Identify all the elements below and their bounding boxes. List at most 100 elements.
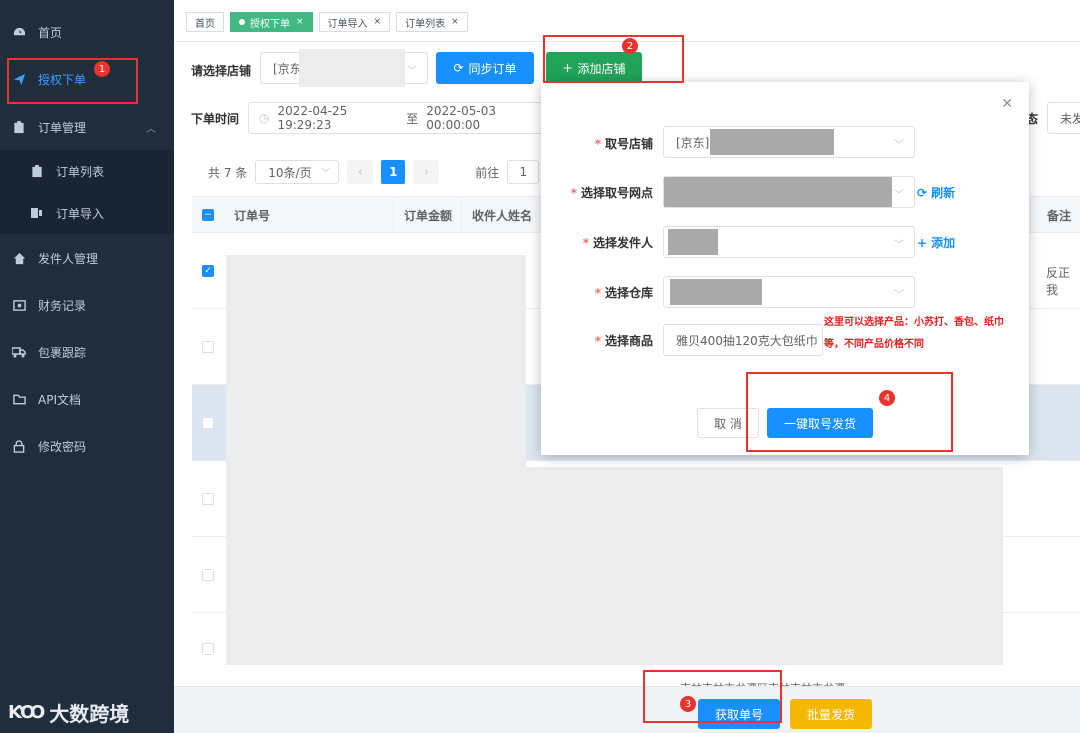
chevron-down-icon: ﹀ (894, 290, 904, 301)
row-checkbox[interactable]: ✓ (202, 265, 214, 277)
select-value: 雅贝400抽120克大包纸巾 (676, 333, 818, 348)
sidebar-item-change-password[interactable]: 修改密码 (0, 423, 174, 469)
row-remark: 反正我 (1046, 266, 1071, 297)
sidebar-item-label: 修改密码 (38, 439, 87, 454)
sidebar-item-order-import[interactable]: 订单导入 (0, 192, 174, 234)
logo-mark: ƘꝎ (8, 702, 45, 723)
page-number-current[interactable]: 1 (381, 160, 406, 184)
chevron-down-icon: ﹀ (321, 168, 331, 179)
status-select-value: 未发 (1060, 111, 1080, 126)
order-time-range[interactable]: ◷ 2022-04-25 19:29:23 至 2022-05-03 00:00… (248, 102, 548, 134)
sidebar-item-label: 订单导入 (56, 206, 105, 221)
truck-icon (12, 345, 26, 359)
sidebar-item-label: 订单管理 (38, 120, 87, 135)
sidebar-item-label: 财务记录 (38, 298, 87, 313)
page-size-select[interactable]: 10条/页 ﹀ (255, 160, 340, 184)
field-label-outlet: * 选择取号网点 (570, 186, 653, 200)
add-sender-link[interactable]: + 添加 (917, 234, 955, 251)
redacted-block (668, 229, 718, 255)
dialog-store-select[interactable]: [京东] ﹀ (663, 126, 915, 158)
active-dot-icon (239, 19, 245, 25)
dialog-outlet-select[interactable]: ﹀ (663, 176, 915, 208)
redacted-block (226, 255, 526, 665)
annotation-box-3 (643, 670, 782, 723)
close-icon[interactable]: × (374, 17, 382, 27)
clock-icon: ◷ (259, 111, 270, 125)
sidebar-item-finance[interactable]: 财务记录 (0, 282, 174, 328)
row-checkbox[interactable] (202, 643, 214, 655)
annotation-badge-2: 2 (622, 38, 638, 54)
bottom-action-bar: 获取单号 批量发货 (174, 686, 1080, 733)
close-icon[interactable]: ✕ (1001, 96, 1013, 112)
sidebar-item-home[interactable]: 首页 (0, 9, 174, 55)
sidebar: 首页 授权下单 订单管理 ︿ 订单列表 订单导入 发件人管理 财务记录 包裹跟踪… (0, 0, 174, 733)
close-icon[interactable]: × (296, 17, 304, 27)
sidebar-item-label: 首页 (38, 25, 63, 40)
row-checkbox[interactable] (202, 569, 214, 581)
button-label: 同步订单 (468, 61, 517, 76)
chevron-down-icon: ﹀ (894, 240, 904, 251)
annotation-badge-3: 3 (680, 696, 696, 712)
refresh-icon: ⟳ (453, 61, 464, 75)
status-select[interactable]: 未发 (1047, 102, 1080, 134)
time-end: 2022-05-03 00:00:00 (426, 104, 496, 132)
tag-order-list[interactable]: 订单列表 × (396, 12, 468, 32)
dialog-sender-select[interactable]: ﹀ (663, 226, 915, 258)
annotation-box-1 (7, 58, 138, 104)
prev-page-button[interactable]: ‹ (347, 160, 374, 184)
dialog-warehouse-select[interactable]: ﹀ (663, 276, 915, 308)
tag-home[interactable]: 首页 (186, 12, 224, 32)
tag-order-import[interactable]: 订单导入 × (318, 12, 391, 32)
home-icon (12, 251, 26, 265)
store-select[interactable]: [京东 ﹀ (260, 49, 428, 87)
pagination: 共 7 条 10条/页 ﹀ ‹ 1 › 前往 1 (208, 160, 540, 184)
annotation-badge-1: 1 (94, 61, 110, 77)
row-checkbox[interactable] (202, 417, 214, 429)
sidebar-item-label: 订单列表 (56, 164, 105, 179)
product-note: 这里可以选择产品：小苏打、香包、纸巾等，不同产品价格不同 (824, 317, 1004, 350)
sidebar-item-package-tracking[interactable]: 包裹跟踪 (0, 329, 174, 375)
chevron-down-icon: ﹀ (407, 66, 417, 77)
redacted-block (299, 49, 405, 87)
column-header-amount: 订单金额 (394, 197, 462, 233)
sidebar-item-sender-management[interactable]: 发件人管理 (0, 235, 174, 281)
dialog-product-select[interactable]: 雅贝400抽120克大包纸巾 (663, 324, 823, 356)
pager-total: 共 7 条 (208, 165, 248, 180)
next-page-button[interactable]: › (413, 160, 440, 184)
refresh-link[interactable]: ⟳ 刷新 (917, 184, 955, 201)
sidebar-item-api-docs[interactable]: API文档 (0, 376, 174, 422)
clipboard-icon (12, 120, 26, 134)
redacted-block (670, 279, 762, 305)
field-label-warehouse: * 选择仓库 (594, 286, 653, 300)
time-separator: 至 (406, 111, 419, 126)
sidebar-item-label: API文档 (38, 392, 81, 407)
column-header-order-no: 订单号 (224, 197, 394, 233)
sync-orders-button[interactable]: ⟳ 同步订单 (436, 52, 534, 84)
tag-label: 订单列表 (405, 18, 446, 30)
button-label: 批量发货 (806, 707, 855, 722)
clipboard-icon (30, 164, 44, 178)
chevron-down-icon: ﹀ (894, 140, 904, 151)
store-select-value: [京东 (273, 61, 302, 76)
page-size-value: 10条/页 (268, 165, 312, 180)
tag-authorize-order[interactable]: 授权下单 × (230, 12, 313, 32)
sidebar-item-order-list[interactable]: 订单列表 (0, 150, 174, 192)
row-checkbox[interactable] (202, 341, 214, 353)
import-icon (30, 206, 44, 220)
row-checkbox[interactable] (202, 493, 214, 505)
lock-icon (12, 439, 26, 453)
store-label: 请选择店铺 (191, 64, 252, 78)
select-value: [京东] (676, 135, 710, 150)
goto-label: 前往 (475, 165, 500, 180)
dashboard-icon (12, 25, 26, 39)
annotation-box-2 (543, 35, 684, 83)
close-icon[interactable]: × (451, 17, 459, 27)
logo: ƘꝎ 大数跨境 (8, 698, 129, 727)
folder-icon (12, 392, 26, 406)
goto-page-input[interactable]: 1 (507, 160, 540, 184)
select-all-checkbox[interactable]: − (202, 209, 214, 221)
tag-label: 订单导入 (327, 18, 368, 30)
batch-ship-button[interactable]: 批量发货 (790, 699, 872, 729)
plus-icon: + (917, 235, 928, 250)
sidebar-item-order-management[interactable]: 订单管理 ︿ (0, 104, 174, 150)
